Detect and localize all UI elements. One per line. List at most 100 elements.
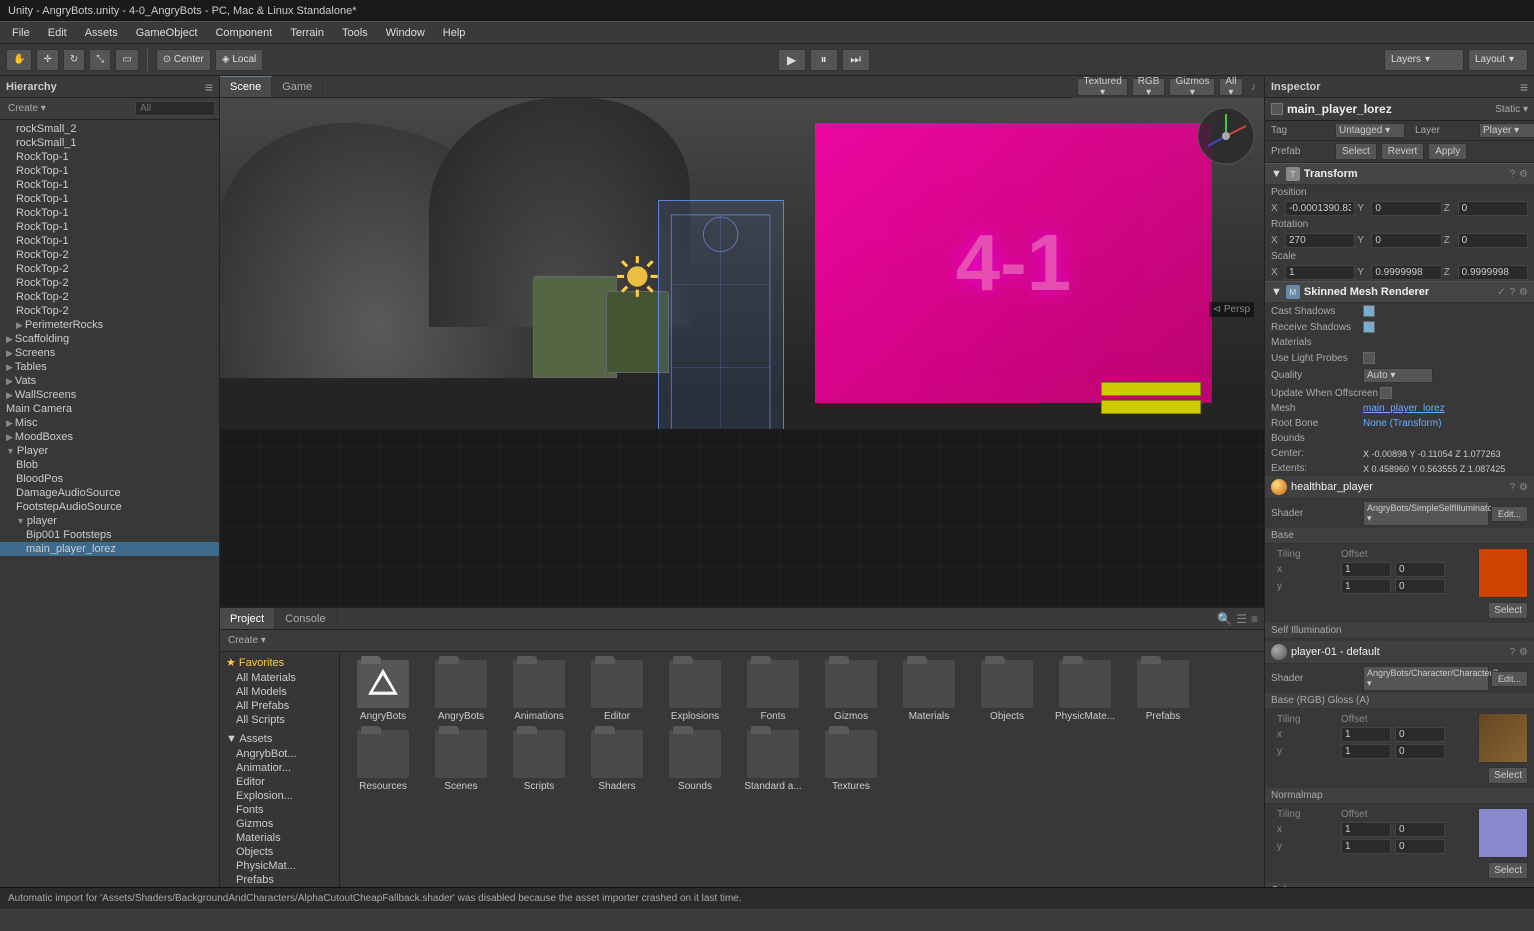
folder-textures[interactable]: Textures — [816, 730, 886, 792]
menu-terrain[interactable]: Terrain — [282, 25, 332, 41]
folder-explosions[interactable]: Explosions — [660, 660, 730, 722]
healthbar-question-icon[interactable]: ? — [1509, 482, 1515, 493]
folder-angrybots-logo[interactable]: AngryBots — [348, 660, 418, 722]
hier-item-screens[interactable]: ▶Screens — [0, 346, 219, 360]
insp-static-label[interactable]: Static ▾ — [1495, 104, 1528, 115]
proj-sidebar-animator[interactable]: Animatior... — [220, 761, 339, 775]
hier-item-wallscreens[interactable]: ▶WallScreens — [0, 388, 219, 402]
player-default-header[interactable]: player-01 - default ? ⚙ — [1265, 641, 1534, 664]
skinned-question-icon[interactable]: ? — [1509, 287, 1515, 298]
proj-sidebar-angrybots[interactable]: AngrybBot... — [220, 747, 339, 761]
normalmap-tile-x[interactable] — [1341, 822, 1391, 837]
skinned-mesh-header[interactable]: ▼ M Skinned Mesh Renderer ✓ ? ⚙ — [1265, 281, 1534, 303]
insp-tag-dropdown[interactable]: Untagged ▾ — [1335, 123, 1405, 138]
folder-angrybots[interactable]: AngryBots — [426, 660, 496, 722]
healthbar-off-x[interactable] — [1395, 562, 1445, 577]
player-tile-y[interactable] — [1341, 744, 1391, 759]
hier-item-moodboxes[interactable]: ▶MoodBoxes — [0, 430, 219, 444]
layers-dropdown[interactable]: Layers ▾ — [1384, 49, 1464, 71]
hier-item-rocktop1-g[interactable]: RockTop-1 — [0, 234, 219, 248]
rot-z-field[interactable] — [1458, 233, 1528, 248]
scene-all[interactable]: All ▾ — [1219, 78, 1242, 96]
pause-button[interactable]: ⏸ — [810, 49, 838, 71]
player-select-btn[interactable]: Select — [1488, 767, 1528, 784]
player-tile-x[interactable] — [1341, 727, 1391, 742]
healthbar-gear-icon[interactable]: ⚙ — [1519, 482, 1528, 493]
proj-fav-allscripts[interactable]: All Scripts — [220, 713, 339, 727]
menu-gameobject[interactable]: GameObject — [128, 25, 206, 41]
rot-y-field[interactable] — [1371, 233, 1441, 248]
hier-item-blob[interactable]: Blob — [0, 458, 219, 472]
scene-gizmos[interactable]: Gizmos ▾ — [1169, 78, 1215, 96]
use-light-probes-checkbox[interactable] — [1363, 352, 1375, 364]
hier-item-rocktop1-e[interactable]: RockTop-1 — [0, 206, 219, 220]
normalmap-off-y[interactable] — [1395, 839, 1445, 854]
layout-dropdown[interactable]: Layout ▾ — [1468, 49, 1528, 71]
folder-prefabs[interactable]: Prefabs — [1128, 660, 1198, 722]
proj-icon2[interactable]: ☰ — [1236, 612, 1247, 626]
insp-apply-btn[interactable]: Apply — [1428, 143, 1467, 160]
menu-component[interactable]: Component — [207, 25, 280, 41]
skinned-check-icon[interactable]: ✓ — [1497, 287, 1505, 298]
insp-layer-dropdown[interactable]: Player ▾ — [1479, 123, 1534, 138]
scale-z-field[interactable] — [1458, 265, 1528, 280]
healthbar-select-btn[interactable]: Select — [1488, 602, 1528, 619]
scene-textured[interactable]: Textured ▾ — [1077, 78, 1127, 96]
pos-y-field[interactable] — [1371, 201, 1441, 216]
proj-assets-header[interactable]: ▼ Assets — [220, 731, 339, 747]
scale-y-field[interactable] — [1371, 265, 1441, 280]
player-mat-gear-icon[interactable]: ⚙ — [1519, 647, 1528, 658]
mesh-value[interactable]: main_player_lorez — [1363, 403, 1445, 414]
folder-animations[interactable]: Animations — [504, 660, 574, 722]
hier-item-rocktop2-e[interactable]: RockTop-2 — [0, 304, 219, 318]
hier-item-rocktop1-f[interactable]: RockTop-1 — [0, 220, 219, 234]
proj-icon3[interactable]: ≡ — [1251, 612, 1258, 626]
healthbar-color-swatch[interactable] — [1478, 548, 1528, 598]
insp-active-toggle[interactable] — [1271, 103, 1283, 115]
tool-rotate[interactable]: ↻ — [63, 49, 85, 71]
hier-item-tables[interactable]: ▶Tables — [0, 360, 219, 374]
folder-resources[interactable]: Resources — [348, 730, 418, 792]
hier-item-scaffolding[interactable]: ▶Scaffolding — [0, 332, 219, 346]
player-off-y[interactable] — [1395, 744, 1445, 759]
tool-hand[interactable]: ✋ — [6, 49, 32, 71]
tool-local[interactable]: ◈ Local — [215, 49, 263, 71]
proj-sidebar-fonts[interactable]: Fonts — [220, 803, 339, 817]
tab-project[interactable]: Project — [220, 608, 275, 629]
hierarchy-create[interactable]: Create ▾ — [4, 102, 50, 115]
player-mat-question-icon[interactable]: ? — [1509, 647, 1515, 658]
hier-item-misc[interactable]: ▶Misc — [0, 416, 219, 430]
healthbar-mat-header[interactable]: healthbar_player ? ⚙ — [1265, 476, 1534, 499]
hier-item-rocktop2-b[interactable]: RockTop-2 — [0, 262, 219, 276]
healthbar-tile-x[interactable] — [1341, 562, 1391, 577]
hier-item-rocktop1-a[interactable]: RockTop-1 — [0, 150, 219, 164]
tab-console[interactable]: Console — [275, 608, 336, 629]
menu-edit[interactable]: Edit — [40, 25, 75, 41]
proj-sidebar-editor[interactable]: Editor — [220, 775, 339, 789]
tab-game[interactable]: Game — [272, 76, 323, 97]
proj-sidebar-objects[interactable]: Objects — [220, 845, 339, 859]
scale-x-field[interactable] — [1285, 265, 1355, 280]
folder-standarda[interactable]: Standard a... — [738, 730, 808, 792]
player-off-x[interactable] — [1395, 727, 1445, 742]
step-button[interactable]: ⏭ — [842, 49, 870, 71]
folder-scenes[interactable]: Scenes — [426, 730, 496, 792]
proj-sidebar-prefabs[interactable]: Prefabs — [220, 873, 339, 887]
hier-item-rocktop2-c[interactable]: RockTop-2 — [0, 276, 219, 290]
proj-icon1[interactable]: 🔍 — [1217, 612, 1232, 626]
hier-item-rocktop1-c[interactable]: RockTop-1 — [0, 178, 219, 192]
folder-fonts[interactable]: Fonts — [738, 660, 808, 722]
folder-editor[interactable]: Editor — [582, 660, 652, 722]
inspector-close[interactable]: ≡ — [1520, 79, 1528, 95]
hier-item-footsteps[interactable]: Bip001 Footsteps — [0, 528, 219, 542]
hier-item-vats[interactable]: ▶Vats — [0, 374, 219, 388]
proj-sidebar-gizmos[interactable]: Gizmos — [220, 817, 339, 831]
proj-fav-allmodels[interactable]: All Models — [220, 685, 339, 699]
hier-item-player[interactable]: ▼Player — [0, 444, 219, 458]
menu-tools[interactable]: Tools — [334, 25, 376, 41]
transform-question-icon[interactable]: ? — [1509, 169, 1515, 180]
tool-center[interactable]: ⊙ Center — [156, 49, 211, 71]
insp-revert-btn[interactable]: Revert — [1381, 143, 1424, 160]
normalmap-swatch[interactable] — [1478, 808, 1528, 858]
hier-item-rocktop1-d[interactable]: RockTop-1 — [0, 192, 219, 206]
